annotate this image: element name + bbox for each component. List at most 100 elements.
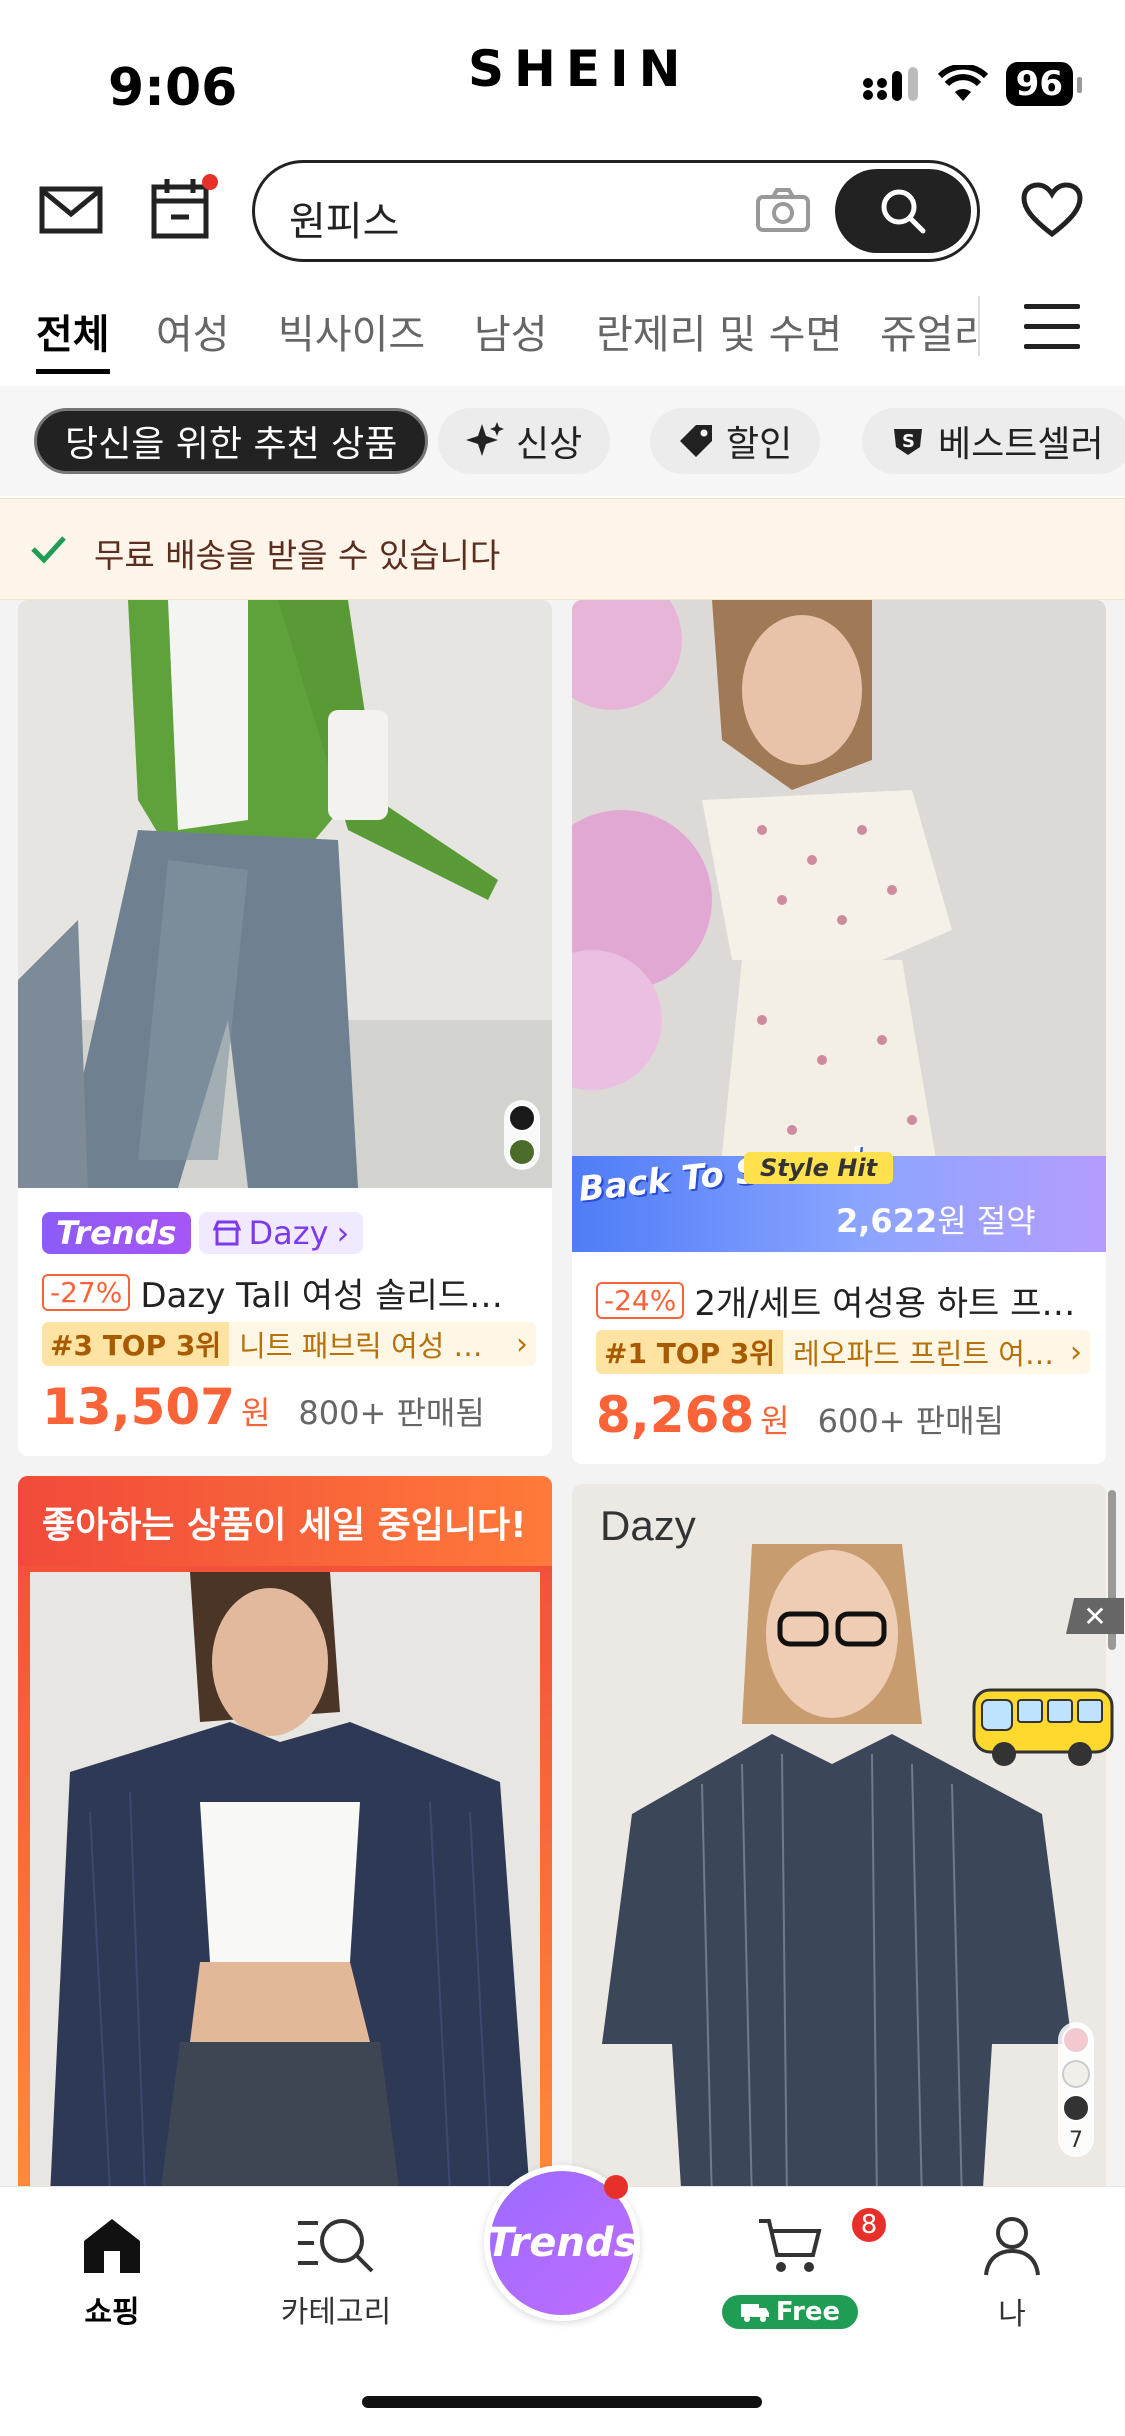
chip-sale[interactable]: 할인 [650, 408, 821, 474]
profile-icon [984, 2217, 1040, 2276]
nav-cart[interactable]: 8 Free [710, 2205, 889, 2329]
svg-text:S: S [902, 431, 915, 452]
signal-icon [862, 67, 918, 101]
color-swatch[interactable] [508, 1138, 536, 1166]
nav-label: 쇼핑 [84, 2295, 140, 2330]
sparkle-icon [466, 422, 504, 456]
nav-me[interactable]: 나 [932, 2215, 1092, 2333]
free-label: Free [775, 2297, 841, 2327]
brand-watermark: Dazy [600, 1502, 696, 1549]
chip-label: 당신을 위한 추천 상품 [65, 424, 398, 465]
discount-badge: -24% [596, 1282, 685, 1319]
savings-amount: 2,622 [836, 1202, 938, 1240]
nav-category[interactable]: 카테고리 [256, 2215, 416, 2331]
chip-new[interactable]: 신상 [438, 408, 611, 474]
color-swatches: 7 [1058, 2022, 1094, 2157]
savings-suffix: 원 절약 [937, 1202, 1036, 1240]
sale-header: 좋아하는 상품이 세일 중입니다! [18, 1476, 552, 1566]
product-image[interactable] [18, 600, 552, 1188]
shein-logo[interactable]: SHEIN [468, 40, 690, 98]
store-name: Dazy [248, 1214, 329, 1252]
tab-all[interactable]: 전체 [36, 302, 110, 374]
chevron-right-icon: › [336, 1214, 350, 1252]
trends-badge: Trends [42, 1212, 191, 1254]
free-shipping-pill: Free [721, 2295, 859, 2329]
ranking-row[interactable]: #1 TOP 3위 레오파드 프린트 여… › [596, 1330, 1090, 1374]
price-row: 13,507 원 800+ 판매됨 [42, 1378, 485, 1436]
category-tabs: 전체 여성 빅사이즈 남성 란제리 및 수면 쥬얼리 [0, 284, 1125, 384]
wishlist-heart-icon[interactable] [1017, 178, 1087, 242]
tab-men[interactable]: 남성 [474, 302, 548, 360]
product-photo-illustration [572, 1484, 1106, 2188]
discount-badge: -27% [42, 1274, 131, 1311]
status-time: 9:06 [108, 58, 238, 118]
menu-icon[interactable] [1024, 304, 1080, 354]
chip-bestseller[interactable]: S 베스트셀러 [862, 408, 1125, 474]
product-card[interactable]: 좋아하는 상품이 세일 중입니다! [18, 1476, 552, 2188]
sold-count: 800+ 판매됨 [298, 1394, 485, 1432]
camera-icon[interactable] [755, 187, 815, 237]
search-button[interactable] [835, 169, 971, 253]
nav-shopping[interactable]: 쇼핑 [32, 2215, 192, 2331]
chevron-right-icon: › [516, 1326, 528, 1362]
cart-icon-wrap: 8 [757, 2205, 889, 2283]
nav-trends[interactable]: Trends [484, 2165, 640, 2321]
notification-dot [604, 2175, 628, 2199]
price: 13,507 [42, 1378, 235, 1436]
currency: 원 [760, 1402, 790, 1440]
calendar-icon[interactable] [148, 174, 218, 242]
tab-lingerie[interactable]: 란제리 및 수면 [596, 302, 842, 360]
store-link[interactable]: Dazy › [198, 1212, 364, 1254]
color-swatch[interactable] [1062, 2026, 1090, 2054]
tab-divider [978, 296, 980, 356]
school-bus-icon[interactable] [968, 1682, 1118, 1772]
ranking-row[interactable]: #3 TOP 3위 니트 패브릭 여성 경… › [42, 1322, 536, 1366]
cart-icon [759, 2219, 822, 2272]
rank-text: 레오파드 프린트 여… [793, 1337, 1054, 1371]
tab-women[interactable]: 여성 [156, 302, 230, 360]
tab-jewelry[interactable]: 쥬얼리 [880, 302, 976, 360]
product-title-row[interactable]: -27% Dazy Tall 여성 솔리드… [42, 1268, 536, 1317]
sold-count: 600+ 판매됨 [817, 1402, 1004, 1440]
chip-label: 할인 [726, 424, 793, 465]
color-swatches [504, 1100, 540, 1170]
nav-label: 카테고리 [280, 2295, 392, 2330]
chip-recommended[interactable]: 당신을 위한 추천 상품 [34, 408, 429, 474]
store-icon [212, 1220, 241, 1246]
product-title: Dazy Tall 여성 솔리드… [140, 1276, 504, 1316]
home-icon [84, 2219, 140, 2273]
chip-label: 신상 [516, 424, 583, 465]
tab-plus-size[interactable]: 빅사이즈 [278, 302, 425, 360]
mail-icon[interactable] [36, 180, 106, 240]
product-card[interactable]: Trends Dazy › -27% Dazy Tall 여성 솔리드… #3 … [18, 600, 552, 1456]
rank-label: #1 TOP 3위 [596, 1330, 784, 1374]
battery-icon: 96 [1005, 62, 1083, 106]
savings-text: 2,622원 절약 [836, 1196, 1036, 1242]
product-title: 2개/세트 여성용 하트 프… [694, 1284, 1076, 1324]
close-icon[interactable]: ✕ [1066, 1598, 1124, 1634]
back-to-school-banner: Back To School Style Hit 2,622원 절약 [572, 1140, 1106, 1252]
chevron-right-icon: › [1070, 1334, 1082, 1370]
rank-label: #3 TOP 3위 [42, 1322, 230, 1366]
color-swatch[interactable] [1062, 2094, 1090, 2122]
chip-label: 베스트셀러 [938, 424, 1104, 465]
product-photo-illustration [30, 1572, 540, 2188]
search-row: 원피스 [0, 150, 1125, 270]
style-hit-tag: Style Hit [744, 1152, 894, 1184]
product-image[interactable] [30, 1572, 540, 2188]
product-title-row[interactable]: -24% 2개/세트 여성용 하트 프… [596, 1276, 1090, 1325]
color-swatch[interactable] [1062, 2060, 1090, 2088]
free-shipping-text: 무료 배송을 받을 수 있습니다 [94, 536, 501, 575]
color-swatch[interactable] [508, 1104, 536, 1132]
more-colors-count: 7 [1069, 2128, 1083, 2153]
product-card[interactable]: Back To School Style Hit 2,622원 절약 -24% … [572, 600, 1106, 1464]
badge-row: Trends Dazy › [42, 1212, 364, 1254]
product-feed: Trends Dazy › -27% Dazy Tall 여성 솔리드… #3 … [0, 600, 1125, 2188]
currency: 원 [240, 1394, 271, 1432]
product-image[interactable]: Dazy [572, 1484, 1106, 2188]
home-indicator[interactable] [362, 2396, 762, 2408]
search-input[interactable]: 원피스 [252, 160, 980, 262]
product-card[interactable]: Dazy 7 [572, 1484, 1106, 2188]
price-row: 8,268 원 600+ 판매됨 [596, 1386, 1004, 1444]
check-icon [31, 536, 66, 564]
